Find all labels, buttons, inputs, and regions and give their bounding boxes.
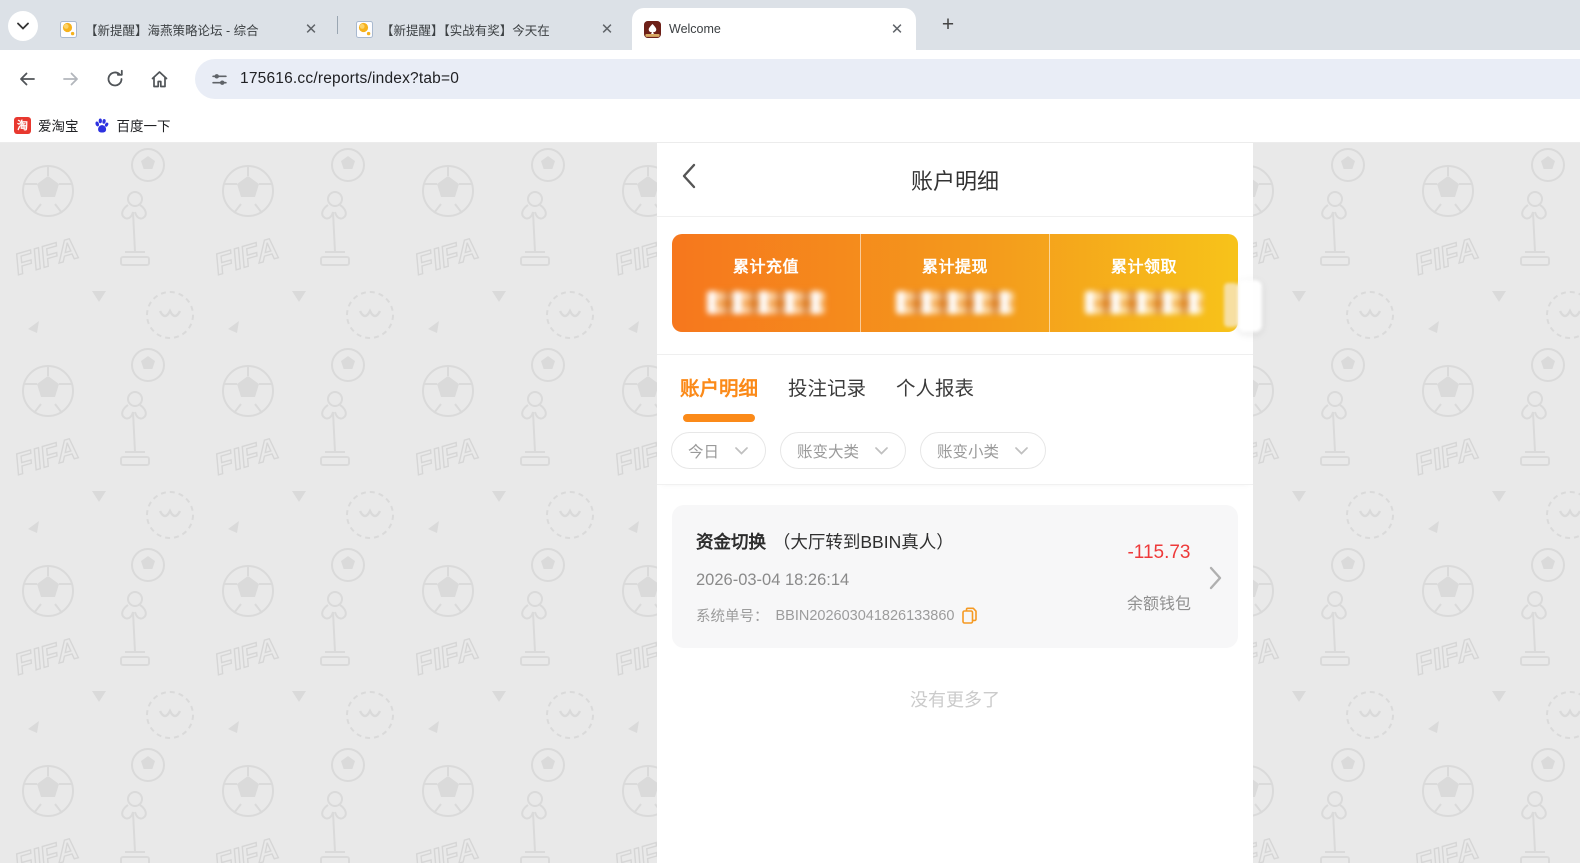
tab-title: 【新提醒】海燕策略论坛 - 综合 [85,23,259,38]
tab-account-detail[interactable]: 账户明细 [680,372,758,422]
page-content: FIFA 账户明细 累计充值 累计提现 累计领取 [0,143,1580,863]
tab-search-button[interactable] [8,11,38,41]
chevron-left-icon [682,163,696,189]
back-button[interactable] [10,62,44,96]
forward-arrow-icon [63,72,78,86]
tab-close-icon[interactable]: ✕ [888,20,906,38]
reload-button[interactable] [98,62,132,96]
chevron-down-icon [1015,446,1028,455]
address-bar[interactable]: 175616.cc/reports/index?tab=0 [195,59,1580,99]
app-tabs: 账户明细 投注记录 个人报表 [657,355,1253,422]
tab-forum-1[interactable]: 【新提醒】海燕策略论坛 - 综合 ✕ [48,8,330,50]
url-text[interactable]: 175616.cc/reports/index?tab=0 [240,70,459,88]
taobao-icon: 淘 [14,116,31,134]
transaction-type: 资金切换 [696,532,766,552]
copy-icon[interactable] [961,607,977,624]
filter-label: 今日 [688,443,720,461]
active-tab-underline [683,414,755,422]
chevron-down-icon [875,446,888,455]
tab-label: 账户明细 [680,378,759,400]
summary-label: 累计充值 [732,258,799,276]
transaction-detail: （大厅转到BBIN真人） [772,532,954,552]
forward-button[interactable] [54,62,88,96]
browser-toolbar: 175616.cc/reports/index?tab=0 [0,50,1580,108]
bookmark-label: 百度一下 [116,119,171,134]
tab-close-icon[interactable]: ✕ [598,20,616,38]
browser-tabstrip: 【新提醒】海燕策略论坛 - 综合 ✕ 【新提醒】【实战有奖】今天在 ✕ Welc… [0,0,1580,50]
page-title: 账户明细 [910,168,999,194]
casino-favicon-icon [644,20,661,38]
bookmark-taobao[interactable]: 淘 爱淘宝 [14,115,79,135]
chevron-down-icon [735,446,748,455]
tab-title: Welcome [669,22,721,36]
transaction-amount: -115.73 [1127,541,1191,563]
filter-major-category-dropdown[interactable]: 账变大类 [780,432,907,469]
tab-separator [337,16,338,34]
no-more-text: 没有更多了 [910,690,1000,710]
bookmark-label: 爱淘宝 [38,119,79,134]
baidu-paw-icon [94,118,108,133]
tab-forum-2[interactable]: 【新提醒】【实战有奖】今天在 ✕ [344,8,626,50]
summary-label: 累计领取 [1110,258,1177,276]
summary-card: 累计充值 累计提现 累计领取 [672,234,1238,332]
bookmarks-bar: 淘 爱淘宝 百度一下 [0,108,1580,143]
order-number-label: 系统单号： [696,609,769,625]
tab-bet-records[interactable]: 投注记录 [788,372,866,422]
bookmark-baidu[interactable]: 百度一下 [93,115,171,135]
new-tab-button[interactable]: + [934,11,962,39]
blurred-floating-widget[interactable] [1224,280,1262,332]
transaction-amount-block: -115.73 余额钱包 [1127,542,1191,614]
filter-label: 账变小类 [937,443,1000,461]
chevron-right-icon[interactable] [1209,566,1222,590]
filter-minor-category-dropdown[interactable]: 账变小类 [920,432,1047,469]
summary-total-withdraw: 累计提现 [860,234,1049,332]
tab-close-icon[interactable]: ✕ [302,20,320,38]
transaction-datetime: 2026-03-04 18:26:14 [696,571,850,589]
site-settings-icon [212,73,227,85]
summary-total-deposit: 累计充值 [672,234,860,332]
forum-favicon-icon [60,20,77,38]
transaction-info: 资金切换 （大厅转到BBIN真人） 2026-03-04 18:26:14 系统… [696,529,1127,626]
filter-date-dropdown[interactable]: 今日 [671,432,767,469]
tab-label: 投注记录 [788,378,867,400]
transaction-wallet: 余额钱包 [1126,595,1191,613]
reload-icon [107,69,123,87]
summary-total-claim: 累计领取 [1049,234,1238,332]
tab-welcome[interactable]: Welcome ✕ [632,8,916,50]
filters-row: 今日 账变大类 账变小类 [657,422,1253,485]
chevron-down-icon [17,22,29,30]
forum-favicon-icon [356,20,373,38]
app-panel: 账户明细 累计充值 累计提现 累计领取 账户明细 投注记录 个人报表 今日 账变… [657,143,1262,863]
transaction-row[interactable]: 资金切换 （大厅转到BBIN真人） 2026-03-04 18:26:14 系统… [672,505,1238,648]
summary-label: 累计提现 [921,258,988,276]
tab-label: 个人报表 [896,378,975,400]
blurred-value [707,290,825,314]
tab-personal-report[interactable]: 个人报表 [896,372,974,422]
filter-label: 账变大类 [797,443,860,461]
app-header: 账户明细 [657,143,1253,217]
home-button[interactable] [142,62,176,96]
order-number-value: BBIN202603041826133860 [775,607,955,624]
back-chevron-button[interactable] [681,163,696,194]
back-arrow-icon [20,72,35,86]
tab-title: 【新提醒】【实战有奖】今天在 [381,23,550,38]
home-icon [151,70,167,87]
blurred-value [1085,290,1203,314]
blurred-value [896,290,1014,314]
